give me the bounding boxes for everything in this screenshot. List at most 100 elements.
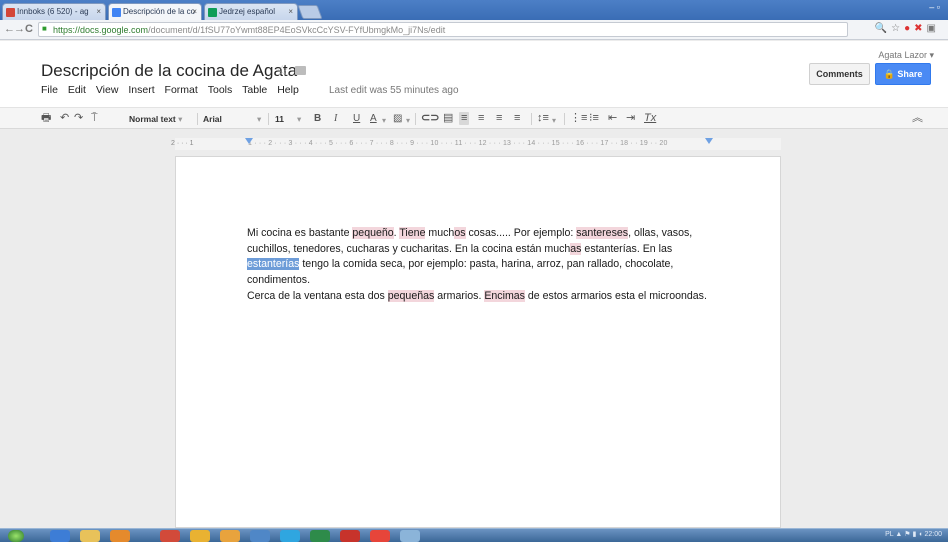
left-indent-marker[interactable] <box>245 138 253 144</box>
text-run: tengo la comida seca, por ejemplo: pasta… <box>247 258 674 287</box>
spelling-suggestion[interactable]: Tiene <box>399 227 426 239</box>
spelling-suggestion[interactable]: as <box>570 242 582 255</box>
spelling-suggestion[interactable]: Encimas <box>484 289 525 302</box>
clock-time: 22:00 <box>924 531 942 538</box>
undo-icon[interactable]: ↶ <box>60 112 69 125</box>
menu-bar: File Edit View Insert Format Tools Table… <box>41 84 306 96</box>
word-icon[interactable] <box>250 530 270 542</box>
start-button[interactable] <box>8 530 24 542</box>
line-spacing-dropdown-icon[interactable]: ▾ <box>552 114 556 127</box>
url-path: /document/d/1fSU77oYwmt88EP4EoSVkcCcYSV-… <box>148 25 446 35</box>
lock-icon: ■ <box>42 24 47 33</box>
last-edit-status[interactable]: Last edit was 55 minutes ago <box>329 85 459 96</box>
print-icon[interactable]: 🖶 <box>41 112 51 125</box>
decrease-indent-icon[interactable]: ⇤ <box>608 112 617 125</box>
url-scheme: https:// <box>53 25 81 35</box>
redo-icon[interactable]: ↷ <box>74 112 83 125</box>
menu-file[interactable]: File <box>41 84 58 96</box>
skype-icon[interactable] <box>280 530 300 542</box>
user-account-menu[interactable]: Agata Lazor ▾ <box>878 50 934 61</box>
browser-tab-spreadsheet[interactable]: Jedrzej español × <box>204 3 298 20</box>
app-icon[interactable] <box>160 530 180 542</box>
close-tab-icon[interactable]: × <box>288 7 293 16</box>
document-title[interactable]: Descripción de la cocina de Agata <box>41 61 297 81</box>
url-field[interactable]: https://docs.google.com/document/d/1fSU7… <box>38 22 848 37</box>
text-run: cosas..... Por ejemplo: <box>465 227 577 239</box>
internet-explorer-icon[interactable] <box>50 530 70 542</box>
text-run: estanterías. En las <box>581 242 673 255</box>
toolbar-divider <box>197 113 198 125</box>
menu-help[interactable]: Help <box>277 84 299 96</box>
style-select[interactable]: Normal text ▾ <box>129 114 182 125</box>
highlight-dropdown-icon[interactable]: ▾ <box>406 114 410 127</box>
close-tab-icon[interactable]: × <box>192 7 197 16</box>
document-page[interactable] <box>175 156 781 528</box>
paint-icon[interactable] <box>400 530 420 542</box>
text-color-dropdown-icon[interactable]: ▾ <box>382 114 386 127</box>
bulleted-list-icon[interactable]: ⁝≡ <box>589 112 599 125</box>
acrobat-icon[interactable] <box>340 530 360 542</box>
chrome-icon[interactable] <box>370 530 390 542</box>
align-left-icon[interactable]: ≡ <box>459 112 470 125</box>
app-icon[interactable] <box>220 530 240 542</box>
menu-tools[interactable]: Tools <box>208 84 233 96</box>
ruler-left-numbers: 2 · · · 1 <box>171 140 194 147</box>
menu-table[interactable]: Table <box>242 84 267 96</box>
close-tab-icon[interactable]: × <box>96 7 101 16</box>
text-color-icon[interactable]: A <box>370 112 377 125</box>
system-tray[interactable]: PL ▲ ⚑ ▮ ◖ 22:00 <box>885 530 942 538</box>
forward-arrow-icon[interactable]: → <box>14 23 25 35</box>
excel-icon[interactable] <box>310 530 330 542</box>
align-justify-icon[interactable]: ≡ <box>514 112 520 125</box>
reload-icon[interactable]: C <box>25 23 33 35</box>
star-icon[interactable]: ☆ <box>276 62 289 79</box>
font-size-select[interactable]: 11 <box>275 114 284 124</box>
align-center-icon[interactable]: ≡ <box>478 112 484 125</box>
window-controls[interactable]: – ▫ <box>912 2 940 15</box>
menu-format[interactable]: Format <box>165 84 198 96</box>
underline-icon[interactable]: U <box>353 112 360 125</box>
folder-icon[interactable] <box>295 66 306 75</box>
app-icon[interactable] <box>190 530 210 542</box>
font-dropdown-icon[interactable]: ▾ <box>257 114 261 125</box>
spelling-suggestion[interactable]: santereses <box>576 227 629 239</box>
clear-formatting-icon[interactable]: Tx <box>644 112 656 125</box>
italic-icon[interactable]: I <box>334 112 337 125</box>
numbered-list-icon[interactable]: ⋮≡ <box>570 112 587 125</box>
document-body[interactable]: Mi cocina es bastante pequeño. Tiene muc… <box>247 226 717 305</box>
selected-text[interactable]: estanterías <box>247 258 300 271</box>
bold-icon[interactable]: B <box>314 112 321 125</box>
file-explorer-icon[interactable] <box>80 530 100 542</box>
menu-insert[interactable]: Insert <box>128 84 154 96</box>
comments-button[interactable]: Comments <box>809 63 870 85</box>
font-select[interactable]: Arial <box>203 114 222 124</box>
text-run: armarios. <box>434 289 485 302</box>
highlight-color-icon[interactable]: ▨ <box>393 112 402 125</box>
increase-indent-icon[interactable]: ⇥ <box>626 112 635 125</box>
extension-icons[interactable]: 🔍☆●✖▣ <box>875 23 940 34</box>
toolbar-divider <box>268 113 269 125</box>
menu-edit[interactable]: Edit <box>68 84 86 96</box>
spelling-suggestion[interactable]: pequeño <box>352 227 394 239</box>
spelling-suggestion[interactable]: pequeñas <box>387 289 435 302</box>
collapse-toolbar-icon[interactable]: ︽ <box>912 112 923 125</box>
right-indent-marker[interactable] <box>705 138 713 144</box>
paragraph-kitchen-description[interactable]: Mi cocina es bastante pequeño. Tiene muc… <box>247 226 717 289</box>
align-right-icon[interactable]: ≡ <box>496 112 502 125</box>
paragraph-window-cabinets[interactable]: Cerca de la ventana esta dos pequeñas ar… <box>247 289 717 305</box>
font-size-dropdown-icon[interactable]: ▾ <box>297 114 301 125</box>
spelling-suggestion[interactable]: os <box>454 227 466 239</box>
paint-format-icon[interactable]: ⍑ <box>91 112 98 125</box>
media-player-icon[interactable] <box>110 530 130 542</box>
style-value: Normal text <box>129 114 176 124</box>
browser-tab-inbox[interactable]: Innboks (6 520) - ag × <box>2 3 106 20</box>
share-button[interactable]: 🔒 Share <box>875 63 931 85</box>
text-run: much <box>425 227 455 239</box>
link-icon[interactable]: ⊂⊃ <box>421 112 439 125</box>
menu-view[interactable]: View <box>96 84 119 96</box>
text-run: de estos armarios esta el microondas. <box>524 289 707 302</box>
line-spacing-icon[interactable]: ↕≡ <box>537 112 549 125</box>
new-tab-button[interactable] <box>297 5 323 19</box>
browser-tab-document[interactable]: Descripción de la co × <box>108 3 202 20</box>
comment-icon[interactable]: ▤ <box>443 112 453 125</box>
